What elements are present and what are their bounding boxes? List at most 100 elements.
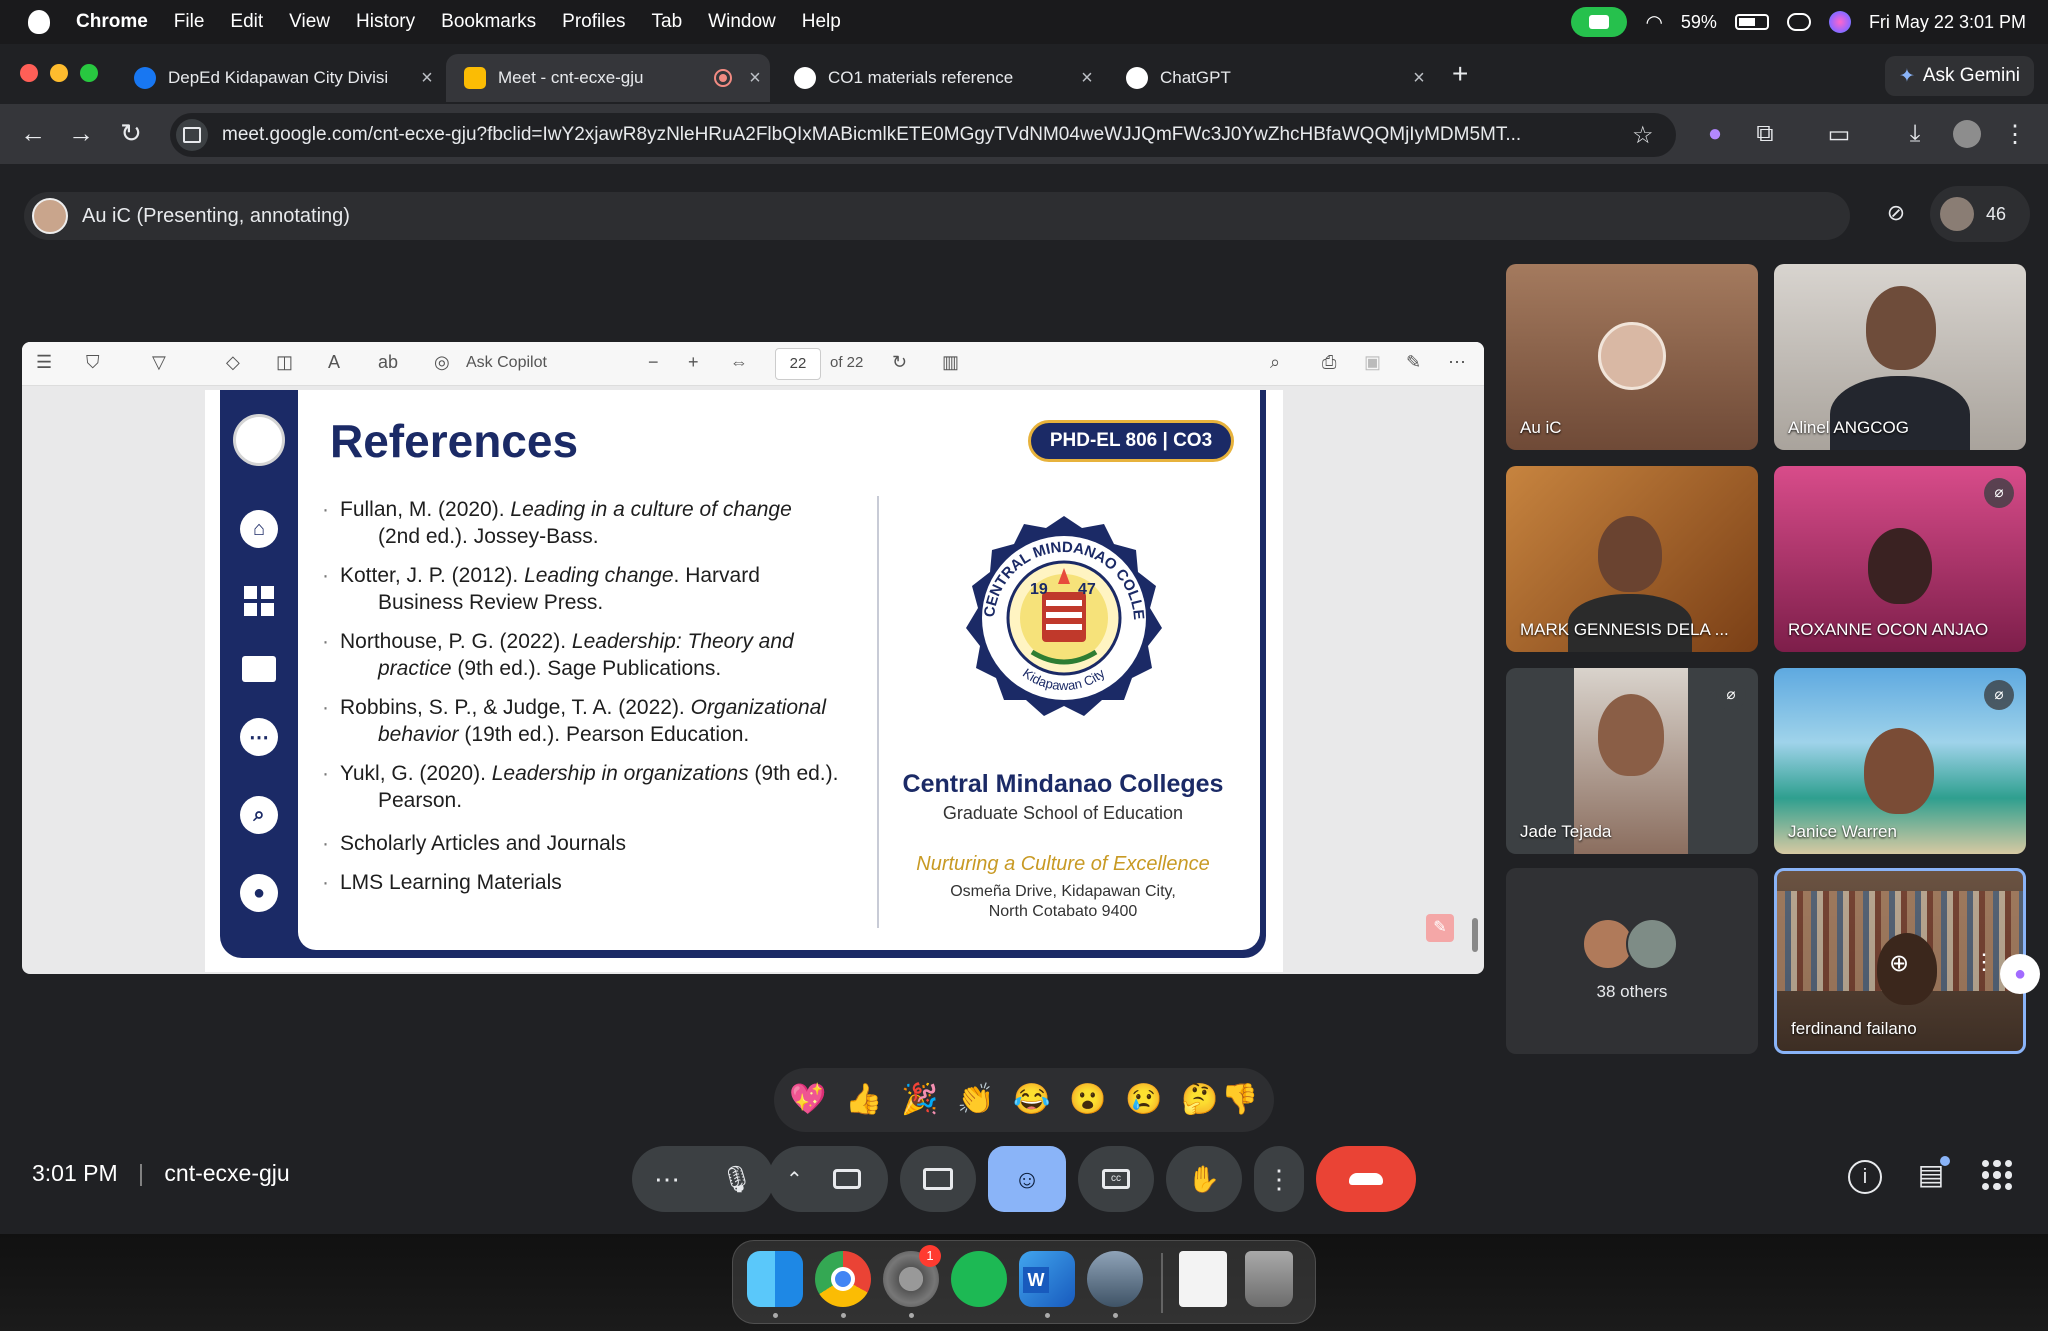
- more-options-button[interactable]: ⋮: [1254, 1146, 1304, 1212]
- tile-pin-icon[interactable]: ⊕: [1889, 949, 1909, 978]
- menu-tab[interactable]: Tab: [652, 11, 683, 33]
- menu-file[interactable]: File: [174, 11, 205, 33]
- tab-co1-materials[interactable]: CO1 materials reference ×: [776, 54, 1102, 102]
- reaction-clap[interactable]: 👏: [956, 1082, 996, 1118]
- camera-button[interactable]: ⌃: [768, 1146, 888, 1212]
- search-icon[interactable]: ⌕: [1270, 352, 1280, 373]
- menu-history[interactable]: History: [356, 11, 415, 33]
- read-aloud-icon[interactable]: A: [328, 352, 340, 373]
- rotate-icon[interactable]: ↻: [892, 352, 907, 373]
- zoom-in-icon[interactable]: +: [688, 352, 699, 373]
- close-tab-icon[interactable]: ×: [412, 67, 442, 90]
- forward-icon[interactable]: →: [64, 118, 98, 149]
- leave-call-button[interactable]: [1316, 1146, 1416, 1212]
- draw-icon[interactable]: ▽: [152, 352, 166, 373]
- raise-hand-button[interactable]: ✋: [1166, 1146, 1242, 1212]
- reaction-heart[interactable]: 💖: [788, 1082, 828, 1118]
- menu-edit[interactable]: Edit: [230, 11, 263, 33]
- bookmark-star-icon[interactable]: ☆: [1632, 121, 1654, 150]
- site-info-icon[interactable]: [176, 119, 208, 151]
- print-icon[interactable]: ⎙: [1322, 352, 1336, 373]
- present-screen-button[interactable]: [900, 1146, 976, 1212]
- captions-button[interactable]: cc: [1078, 1146, 1154, 1212]
- menu-window[interactable]: Window: [708, 11, 776, 33]
- reaction-thumbs-up[interactable]: 👍: [844, 1082, 884, 1118]
- reaction-sad[interactable]: 😢: [1124, 1082, 1164, 1118]
- translate-icon[interactable]: ab: [378, 352, 398, 373]
- menu-profiles[interactable]: Profiles: [562, 11, 625, 33]
- reaction-party[interactable]: 🎉: [900, 1082, 940, 1118]
- reload-icon[interactable]: ↻: [114, 118, 148, 149]
- menu-help[interactable]: Help: [802, 11, 841, 33]
- siri-icon[interactable]: [1828, 11, 1851, 33]
- highlight-icon[interactable]: ⛉: [86, 352, 100, 373]
- activities-icon[interactable]: [1982, 1160, 2012, 1190]
- menu-view[interactable]: View: [289, 11, 330, 33]
- battery-icon[interactable]: [1734, 14, 1769, 30]
- tab-deped[interactable]: DepEd Kidapawan City Divisi ×: [116, 54, 442, 102]
- pdf-scrollbar[interactable]: [1470, 390, 1480, 970]
- fit-page-icon[interactable]: ⇔: [730, 352, 748, 373]
- new-tab-button[interactable]: +: [1452, 58, 1468, 90]
- profile-avatar[interactable]: [1950, 120, 1984, 155]
- trash-icon[interactable]: [1245, 1251, 1293, 1307]
- captions-off-icon[interactable]: ⊘: [1876, 200, 1916, 232]
- tab-search-icon[interactable]: ▭: [1822, 120, 1856, 149]
- self-view-tile[interactable]: ⊕ ⋮ ferdinand failano: [1774, 868, 2026, 1054]
- eraser-icon[interactable]: ◇: [226, 352, 240, 373]
- document-icon[interactable]: [1179, 1251, 1227, 1307]
- tab-meet[interactable]: Meet - cnt-ecxe-gju ×: [446, 54, 770, 102]
- menu-datetime[interactable]: Fri May 22 3:01 PM: [1869, 12, 2026, 33]
- participant-tile[interactable]: ⌀ Jade Tejada: [1506, 668, 1758, 854]
- back-icon[interactable]: ←: [16, 118, 50, 149]
- pdf-adobe-icon[interactable]: ✎: [1426, 914, 1454, 942]
- save-as-icon[interactable]: ✎: [1406, 352, 1421, 373]
- spotify-icon[interactable]: [951, 1251, 1007, 1307]
- participant-tile[interactable]: MARK GENNESIS DELA ...: [1506, 466, 1758, 652]
- page-number-input[interactable]: 22: [775, 348, 821, 380]
- close-tab-icon[interactable]: ×: [1072, 67, 1102, 90]
- zoom-window-button[interactable]: [80, 64, 98, 82]
- chrome-icon[interactable]: [815, 1251, 871, 1307]
- participant-tile[interactable]: Au iC: [1506, 264, 1758, 450]
- word-icon[interactable]: W: [1019, 1251, 1075, 1307]
- reaction-surprised[interactable]: 😮: [1068, 1082, 1108, 1118]
- address-bar[interactable]: meet.google.com/cnt-ecxe-gju?fbclid=IwY2…: [170, 113, 1676, 157]
- control-center-icon[interactable]: [1786, 13, 1811, 31]
- close-tab-icon[interactable]: ×: [1404, 67, 1434, 90]
- camera-in-use-icon[interactable]: [1571, 7, 1628, 37]
- tile-more-icon[interactable]: ⋮: [1973, 949, 1995, 975]
- save-icon[interactable]: ▣: [1364, 352, 1381, 373]
- gemini-extension-icon[interactable]: ●: [1698, 120, 1732, 148]
- others-tile[interactable]: 38 others: [1506, 868, 1758, 1054]
- copilot-icon[interactable]: ◎: [434, 352, 450, 373]
- menu-bookmarks[interactable]: Bookmarks: [441, 11, 536, 33]
- apple-menu-icon[interactable]: [28, 10, 50, 34]
- contents-icon[interactable]: ☰: [36, 352, 52, 373]
- url-text[interactable]: meet.google.com/cnt-ecxe-gju?fbclid=IwY2…: [222, 124, 1622, 146]
- page-view-icon[interactable]: ▥: [942, 352, 959, 373]
- zoom-out-icon[interactable]: −: [648, 352, 659, 373]
- close-tab-icon[interactable]: ×: [740, 67, 770, 90]
- tab-chatgpt[interactable]: ChatGPT ×: [1108, 54, 1434, 102]
- reaction-laugh[interactable]: 😂: [1012, 1082, 1052, 1118]
- gemini-side-icon[interactable]: ●: [2000, 954, 2040, 994]
- terminal-icon[interactable]: [1087, 1251, 1143, 1307]
- menu-app-name[interactable]: Chrome: [76, 11, 148, 33]
- minimize-window-button[interactable]: [50, 64, 68, 82]
- finder-icon[interactable]: [747, 1251, 803, 1307]
- participant-tile[interactable]: Alinel ANGCOG: [1774, 264, 2026, 450]
- reaction-thinking[interactable]: 🤔: [1180, 1082, 1220, 1118]
- participants-button[interactable]: 46: [1930, 186, 2030, 242]
- meeting-details-icon[interactable]: i: [1848, 1160, 1882, 1194]
- participant-tile[interactable]: ⌀ ROXANNE OCON ANJAO: [1774, 466, 2026, 652]
- close-window-button[interactable]: [20, 64, 38, 82]
- more-options-icon[interactable]: ⋯: [1448, 352, 1466, 373]
- reaction-thumbs-down[interactable]: 👎: [1220, 1082, 1260, 1118]
- wifi-icon[interactable]: ◠: [1645, 10, 1662, 35]
- browser-menu-icon[interactable]: ⋮: [1998, 120, 2032, 149]
- ask-copilot-button[interactable]: Ask Copilot: [466, 354, 547, 372]
- reactions-button[interactable]: ☺: [988, 1146, 1066, 1212]
- participant-tile[interactable]: ⌀ Janice Warren: [1774, 668, 2026, 854]
- download-icon[interactable]: ⤓: [1898, 120, 1932, 148]
